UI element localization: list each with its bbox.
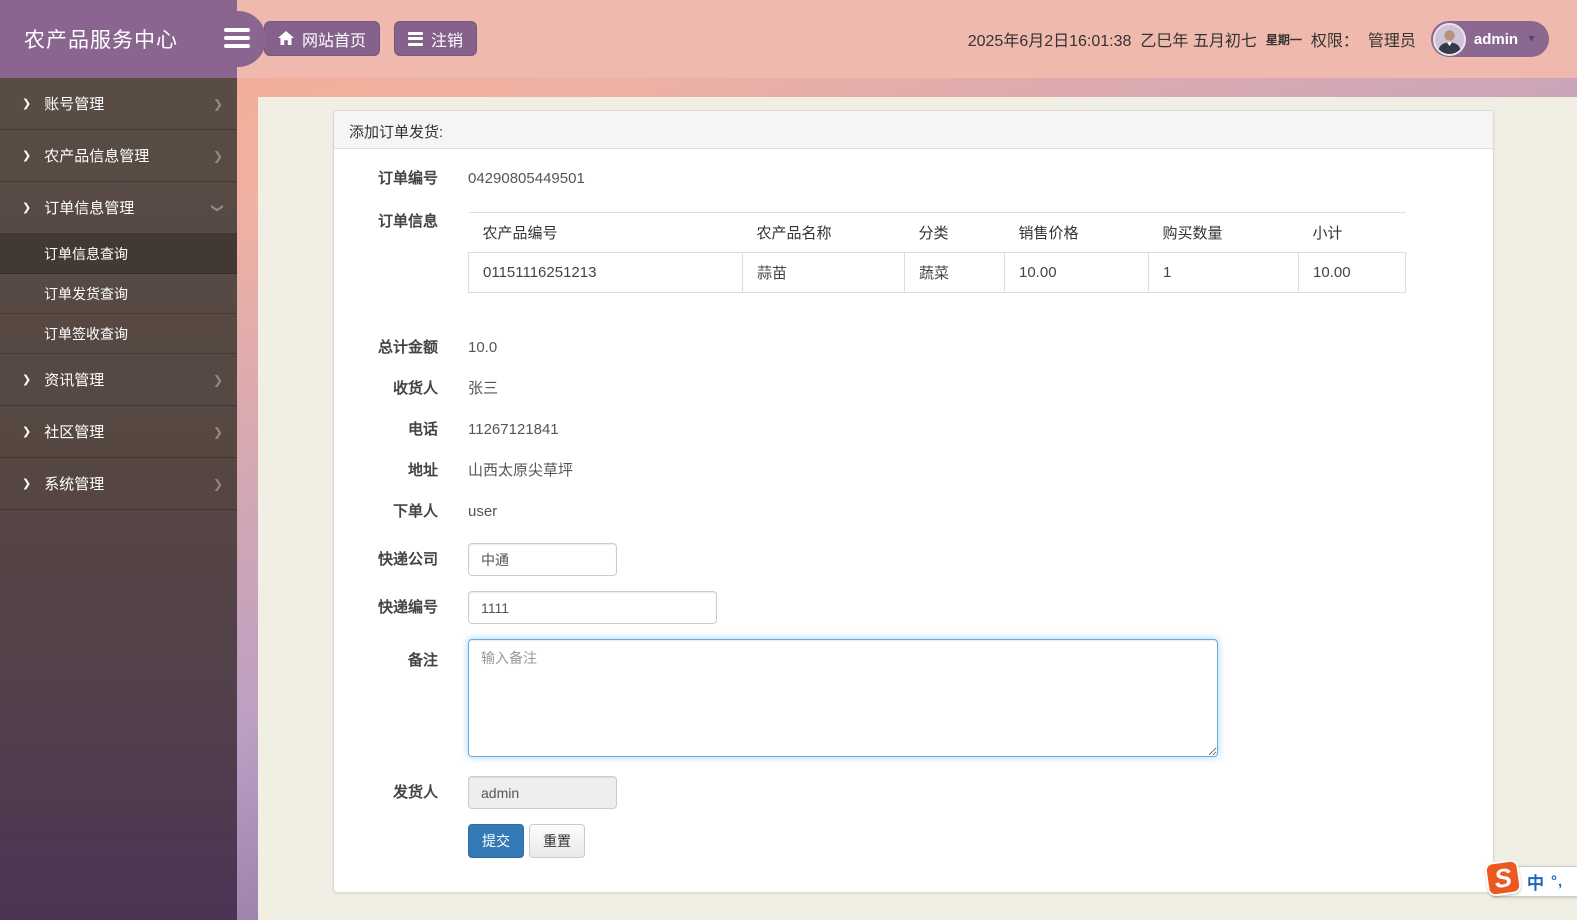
- add-shipment-panel: 添加订单发货: 订单编号 04290805449501 订单信息 农产品编号 农…: [333, 110, 1494, 893]
- sidebar-item-label: 系统管理: [44, 476, 105, 493]
- chevron-right-icon: ❯: [22, 98, 32, 110]
- order-items-table: 农产品编号 农产品名称 分类 销售价格 购买数量 小计 011511162512…: [468, 212, 1406, 293]
- sidebar-item-community[interactable]: ❯ 社区管理 ❯: [0, 406, 237, 458]
- role-text: 管理员: [1367, 33, 1416, 50]
- datetime-text: 2025年6月2日16:01:38: [967, 33, 1132, 50]
- sidebar-toggle-button[interactable]: [224, 28, 250, 50]
- home-button[interactable]: 网站首页: [264, 21, 381, 56]
- avatar: [1432, 22, 1466, 56]
- order-info-label: 订单信息: [377, 213, 438, 230]
- username-text: admin: [1473, 30, 1519, 48]
- phone-value: 11267121841: [468, 421, 559, 438]
- app-title-text: 农产品服务中心: [24, 29, 178, 52]
- sidebar-item-label: 资讯管理: [44, 372, 105, 389]
- sidebar-item-news[interactable]: ❯ 资讯管理 ❯: [0, 354, 237, 406]
- order-no-value: 04290805449501: [468, 170, 585, 187]
- panel-title: 添加订单发货:: [334, 111, 1493, 149]
- receiver-label: 收货人: [392, 380, 438, 397]
- logout-button[interactable]: 注销: [394, 21, 478, 56]
- cell-category: 蔬菜: [904, 252, 1005, 293]
- app-title: 农产品服务中心: [0, 0, 237, 78]
- orderer-value: user: [468, 503, 498, 520]
- home-button-label: 网站首页: [302, 32, 367, 50]
- col-quantity: 购买数量: [1148, 212, 1299, 253]
- express-no-label: 快递编号: [377, 599, 438, 616]
- col-category: 分类: [904, 212, 1005, 253]
- col-product-no: 农产品编号: [468, 212, 743, 253]
- logout-button-label: 注销: [431, 32, 464, 50]
- sidebar-item-label: 社区管理: [44, 424, 105, 441]
- sidebar-item-label: 农产品信息管理: [44, 148, 150, 165]
- home-icon: [278, 31, 294, 46]
- express-no-input[interactable]: [468, 591, 717, 624]
- sidebar-item-account[interactable]: ❯ 账号管理 ❯: [0, 78, 237, 130]
- remark-textarea[interactable]: [468, 639, 1218, 757]
- table-row: 01151116251213 蒜苗 蔬菜 10.00 1 10.00: [468, 252, 1406, 293]
- sidebar-item-system[interactable]: ❯ 系统管理 ❯: [0, 458, 237, 510]
- address-value: 山西太原尖草坪: [468, 462, 574, 479]
- express-company-input[interactable]: [468, 543, 617, 576]
- sidebar-subitem-label: 订单信息查询: [44, 245, 128, 262]
- shipper-label: 发货人: [392, 784, 438, 801]
- cell-product-name: 蒜苗: [742, 252, 905, 293]
- reset-button[interactable]: 重置: [529, 824, 585, 858]
- cell-product-no: 01151116251213: [468, 252, 743, 293]
- cell-subtotal: 10.00: [1298, 252, 1406, 293]
- sidebar-subitem-order-query[interactable]: 订单信息查询: [0, 234, 237, 274]
- lunar-date-text: 乙巳年 五月初七: [1140, 33, 1257, 50]
- chevron-right-icon: ❯: [22, 426, 32, 438]
- ime-toolbar[interactable]: S 中 °,: [1483, 858, 1577, 898]
- shipper-input: [468, 776, 617, 809]
- ime-punctuation-mode[interactable]: °,: [1551, 873, 1563, 890]
- sidebar-subitem-label: 订单签收查询: [44, 325, 128, 342]
- orderer-label: 下单人: [392, 503, 438, 520]
- chevron-right-icon: ❯: [212, 424, 223, 439]
- total-amount-value: 10.0: [468, 339, 498, 356]
- col-product-name: 农产品名称: [742, 212, 905, 253]
- list-icon: [408, 29, 424, 48]
- submit-button[interactable]: 提交: [468, 824, 524, 858]
- chevron-down-icon: ▼: [1526, 33, 1537, 45]
- sidebar-subitem-label: 订单发货查询: [44, 285, 128, 302]
- permission-label: 权限：: [1310, 33, 1359, 50]
- cell-price: 10.00: [1004, 252, 1149, 293]
- sidebar-subitem-order-ship-query[interactable]: 订单发货查询: [0, 274, 237, 314]
- user-menu[interactable]: admin ▼: [1430, 21, 1549, 57]
- chevron-right-icon: ❯: [22, 478, 32, 490]
- chevron-right-icon: ❯: [212, 96, 223, 111]
- table-header-row: 农产品编号 农产品名称 分类 销售价格 购买数量 小计: [468, 212, 1406, 253]
- chevron-right-icon: ❯: [212, 372, 223, 387]
- col-subtotal: 小计: [1298, 212, 1406, 253]
- order-no-label: 订单编号: [377, 170, 438, 187]
- express-company-label: 快递公司: [377, 551, 438, 568]
- chevron-right-icon: ❯: [22, 374, 32, 386]
- sidebar: ❯ 账号管理 ❯ ❯ 农产品信息管理 ❯ ❯ 订单信息管理 ❯ 订单信息查询 订…: [0, 78, 237, 920]
- total-amount-label: 总计金额: [377, 339, 438, 356]
- sogou-logo-icon[interactable]: S: [1483, 858, 1523, 898]
- chevron-right-icon: ❯: [212, 148, 223, 163]
- receiver-value: 张三: [468, 380, 499, 397]
- remark-label: 备注: [407, 652, 438, 669]
- ime-language-mode[interactable]: 中: [1527, 869, 1544, 894]
- sidebar-item-order-info[interactable]: ❯ 订单信息管理 ❯: [0, 182, 237, 234]
- sidebar-item-label: 账号管理: [44, 96, 105, 113]
- chevron-down-icon: ❯: [210, 202, 225, 213]
- address-label: 地址: [407, 462, 438, 479]
- main-content: 添加订单发货: 订单编号 04290805449501 订单信息 农产品编号 农…: [258, 97, 1577, 920]
- chevron-right-icon: ❯: [212, 476, 223, 491]
- phone-label: 电话: [407, 421, 438, 438]
- weekday-text: 星期一: [1265, 32, 1302, 47]
- cell-quantity: 1: [1148, 252, 1299, 293]
- chevron-right-icon: ❯: [22, 202, 32, 214]
- col-price: 销售价格: [1004, 212, 1149, 253]
- sidebar-item-label: 订单信息管理: [44, 200, 135, 217]
- sidebar-subitem-order-receipt-query[interactable]: 订单签收查询: [0, 314, 237, 354]
- sidebar-item-product-info[interactable]: ❯ 农产品信息管理 ❯: [0, 130, 237, 182]
- chevron-right-icon: ❯: [22, 150, 32, 162]
